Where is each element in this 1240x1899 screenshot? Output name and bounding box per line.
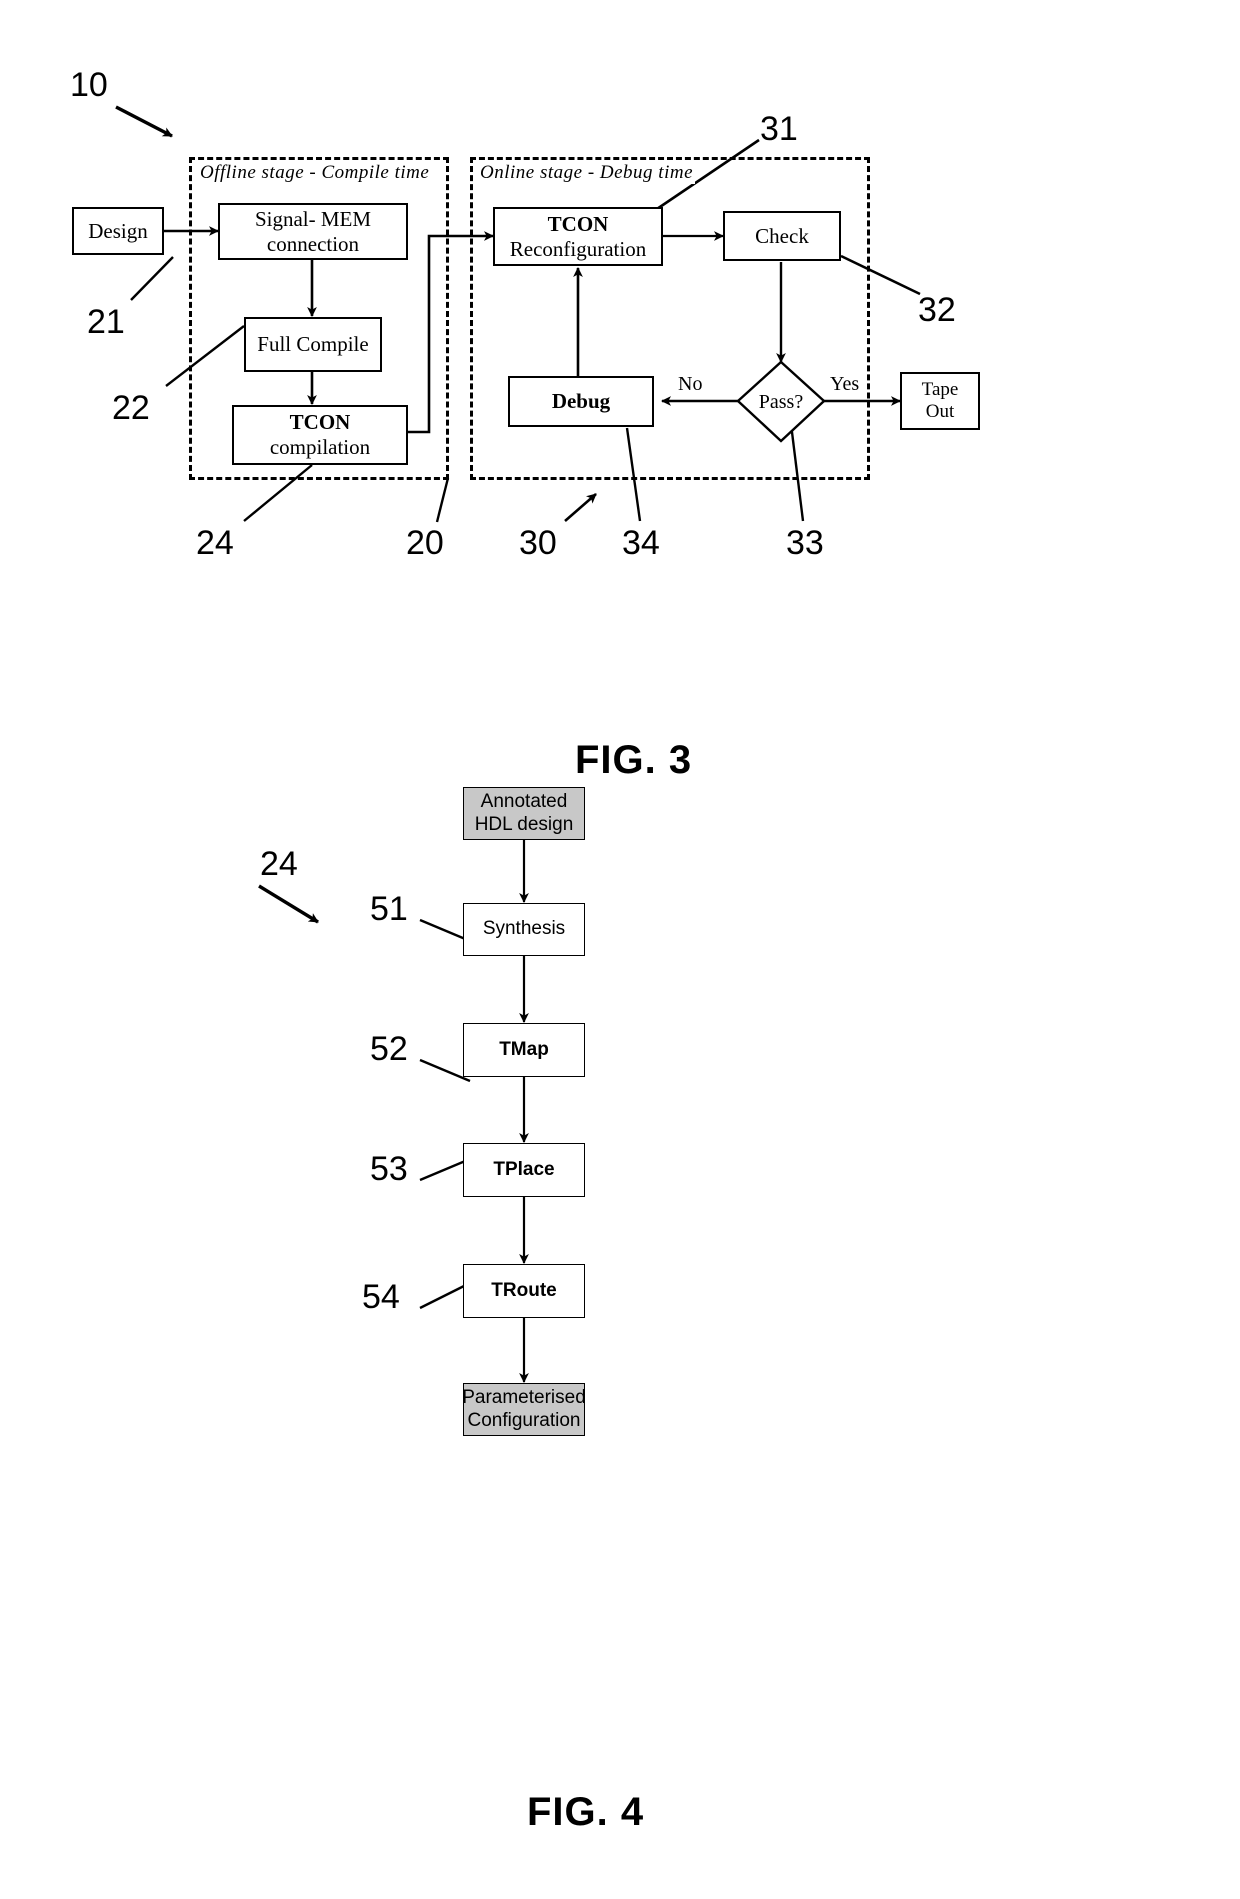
node-parameterised-configuration[interactable]: Parameterised Configuration xyxy=(462,1383,586,1436)
edge-label-no: No xyxy=(676,373,705,396)
ref-numeral-31: 31 xyxy=(760,110,798,148)
node-tape-out-line2: Out xyxy=(925,401,955,422)
node-signal-mem-connection[interactable]: Signal- MEM connection xyxy=(218,203,408,260)
patent-figure-sheet: Debug ---------- --> Tape Out ----------… xyxy=(0,0,1240,1899)
node-full-compile[interactable]: Full Compile xyxy=(244,317,382,372)
fig4-leader-lines xyxy=(419,918,471,1310)
leader-20 xyxy=(435,477,450,523)
node-tcon-compilation-line1: TCON xyxy=(289,410,351,435)
node-annotated-hdl-line1: Annotated xyxy=(480,791,568,813)
fig4-ref-numeral-54: 54 xyxy=(362,1278,400,1316)
node-annotated-hdl-design[interactable]: Annotated HDL design xyxy=(463,787,585,840)
node-tape-out[interactable]: Tape Out xyxy=(900,372,980,430)
ref-numeral-34: 34 xyxy=(622,524,660,562)
fig4-ref-numeral-24: 24 xyxy=(260,845,298,883)
node-design[interactable]: Design xyxy=(72,207,164,255)
leader-30 xyxy=(564,493,597,522)
fig4-ref-numeral-51: 51 xyxy=(370,890,408,928)
ref-numeral-30: 30 xyxy=(519,524,557,562)
node-tcon-compilation-line2: compilation xyxy=(269,435,371,459)
node-check[interactable]: Check xyxy=(723,211,841,261)
ref-numeral-10: 10 xyxy=(70,66,108,104)
edge-label-yes: Yes xyxy=(828,373,862,396)
figure-3-caption: FIG. 3 xyxy=(575,738,693,782)
node-pass-label: Pass? xyxy=(758,390,804,413)
online-stage-label: Online stage - Debug time xyxy=(478,162,696,184)
node-troute[interactable]: TRoute xyxy=(463,1264,585,1318)
node-signal-mem-line1: Signal- MEM xyxy=(254,206,372,231)
leader-21 xyxy=(130,256,174,301)
node-tcon-reconfiguration-line2: Reconfiguration xyxy=(509,236,647,261)
figure-4-caption: FIG. 4 xyxy=(527,1790,645,1834)
ref-numeral-32: 32 xyxy=(918,291,956,329)
node-annotated-hdl-line2: HDL design xyxy=(474,813,574,835)
node-tmap-line1: TMap xyxy=(499,1038,549,1060)
fig4-ref-numeral-53: 53 xyxy=(370,1150,408,1188)
node-synthesis-line1: Synthesis xyxy=(482,918,566,940)
node-debug-line1: Debug xyxy=(551,389,611,414)
fig4-lead-arrow-24 xyxy=(258,884,319,924)
node-troute-line1: TRoute xyxy=(491,1279,557,1301)
node-signal-mem-line2: connection xyxy=(266,231,360,256)
node-tcon-reconfiguration-line1: TCON xyxy=(547,211,609,236)
fig3-lead-arrow-10 xyxy=(115,105,173,138)
node-pass-decision[interactable]: Pass? xyxy=(738,362,824,442)
node-tape-out-line1: Tape xyxy=(921,378,959,400)
node-tcon-reconfiguration[interactable]: TCON Reconfiguration xyxy=(493,207,663,266)
node-full-compile-line1: Full Compile xyxy=(257,332,369,357)
fig4-ref-numeral-52: 52 xyxy=(370,1030,408,1068)
node-tcon-compilation[interactable]: TCON compilation xyxy=(232,405,408,465)
node-tmap[interactable]: TMap xyxy=(463,1023,585,1077)
node-check-line1: Check xyxy=(755,223,809,248)
node-parameterised-config-line2: Configuration xyxy=(467,1409,581,1431)
node-tplace-line1: TPlace xyxy=(493,1158,555,1180)
node-parameterised-config-line1: Parameterised xyxy=(462,1387,586,1409)
ref-numeral-20: 20 xyxy=(406,524,444,562)
ref-numeral-24: 24 xyxy=(196,524,234,562)
ref-numeral-22: 22 xyxy=(112,389,150,427)
offline-stage-label: Offline stage - Compile time xyxy=(198,162,432,184)
ref-numeral-21: 21 xyxy=(87,303,125,341)
node-debug[interactable]: Debug xyxy=(508,376,654,427)
node-tplace[interactable]: TPlace xyxy=(463,1143,585,1197)
node-synthesis[interactable]: Synthesis xyxy=(463,903,585,956)
ref-numeral-33: 33 xyxy=(786,524,824,562)
node-design-line1: Design xyxy=(88,218,148,243)
